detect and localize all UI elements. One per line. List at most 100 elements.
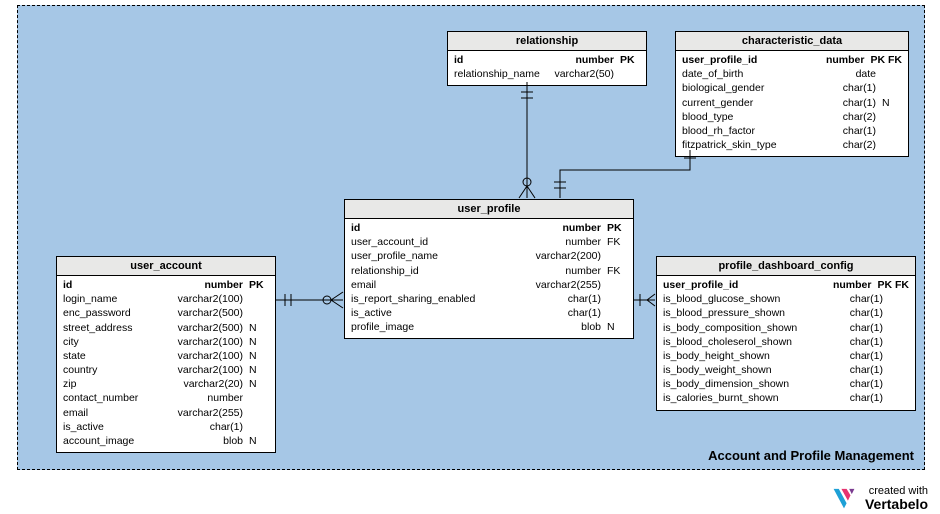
column-row: is_body_weight_shown char(1) (663, 363, 909, 377)
column-row: is_blood_choleserol_shownchar(1) (663, 335, 909, 349)
column-type: number (199, 391, 243, 405)
column-type: char(1) (842, 292, 883, 306)
column-type: number (196, 278, 243, 292)
column-name: current_gender (682, 96, 753, 110)
column-flags: PK FK (865, 53, 903, 67)
entity-user-account-title: user_account (57, 257, 275, 276)
column-name: is_body_weight_shown (663, 363, 772, 377)
column-row: fitzpatrick_skin_type char(2) (682, 138, 902, 152)
column-name: date_of_birth (682, 67, 743, 81)
column-type: char(1) (842, 321, 883, 335)
column-row: blood_type char(2) (682, 110, 902, 124)
entity-relationship: relationship idnumberPKrelationship_name… (447, 31, 647, 86)
column-name: blood_rh_factor (682, 124, 755, 138)
column-type: char(1) (842, 391, 883, 405)
column-row: is_body_height_shownchar(1) (663, 349, 909, 363)
column-type: varchar2(255) (528, 278, 601, 292)
column-flags (876, 138, 902, 152)
column-type: char(1) (560, 306, 601, 320)
column-type: number (825, 278, 872, 292)
column-name: enc_password (63, 306, 131, 320)
column-flags (883, 321, 909, 335)
column-flags (876, 67, 902, 81)
column-name: state (63, 349, 86, 363)
column-flags (883, 349, 909, 363)
column-flags (243, 391, 269, 405)
column-type: varchar2(500) (170, 306, 243, 320)
column-name: fitzpatrick_skin_type (682, 138, 777, 152)
column-type: blob (215, 434, 243, 448)
column-name: user_profile_name (351, 249, 438, 263)
column-row: date_of_birth date (682, 67, 902, 81)
column-type: varchar2(100) (170, 349, 243, 363)
footer-vertabelo: Vertabelo (865, 497, 928, 512)
column-name: zip (63, 377, 76, 391)
vertabelo-logo-icon (831, 485, 857, 511)
column-name: country (63, 363, 97, 377)
entity-profile-dashboard-config: profile_dashboard_config user_profile_id… (656, 256, 916, 411)
column-row: account_imageblobN (63, 434, 269, 448)
column-flags (883, 335, 909, 349)
column-row: is_blood_glucose_shownchar(1) (663, 292, 909, 306)
entity-profile-dashboard-config-title: profile_dashboard_config (657, 257, 915, 276)
entity-user-profile-body: idnumberPKuser_account_idnumberFKuser_pr… (345, 219, 633, 338)
column-type: number (557, 264, 601, 278)
column-name: user_profile_id (663, 278, 738, 292)
column-row: is_blood_pressure_shownchar(1) (663, 306, 909, 320)
column-name: blood_type (682, 110, 733, 124)
column-flags (876, 81, 902, 95)
column-flags: N (243, 321, 269, 335)
column-type: char(1) (842, 377, 883, 391)
column-type: char(2) (835, 110, 876, 124)
column-flags: PK (243, 278, 269, 292)
column-name: email (351, 278, 376, 292)
column-name: is_body_dimension_shown (663, 377, 789, 391)
column-name: is_active (351, 306, 392, 320)
column-row: emailvarchar2(255) (63, 406, 269, 420)
column-type: char(1) (842, 335, 883, 349)
column-flags (243, 420, 269, 434)
column-type: varchar2(500) (170, 321, 243, 335)
column-type: char(1) (835, 96, 876, 110)
column-type: varchar2(50) (546, 67, 614, 81)
column-row: enc_password varchar2(500) (63, 306, 269, 320)
column-type: char(2) (835, 138, 876, 152)
region-title: Account and Profile Management (708, 448, 914, 463)
column-row: is_body_dimension_shown char(1) (663, 377, 909, 391)
column-flags: FK (601, 264, 627, 278)
column-type: varchar2(20) (175, 377, 243, 391)
column-flags: N (243, 363, 269, 377)
column-type: char(1) (835, 81, 876, 95)
column-flags (883, 377, 909, 391)
column-type: varchar2(100) (170, 363, 243, 377)
column-type: char(1) (835, 124, 876, 138)
column-type: blob (573, 320, 601, 334)
column-row: country varchar2(100)N (63, 363, 269, 377)
column-row: blood_rh_factor char(1) (682, 124, 902, 138)
column-row: is_report_sharing_enabledchar(1) (351, 292, 627, 306)
column-name: user_account_id (351, 235, 428, 249)
column-flags (876, 124, 902, 138)
column-flags: N (876, 96, 902, 110)
column-type: char(1) (842, 363, 883, 377)
column-type: date (848, 67, 876, 81)
column-flags (883, 363, 909, 377)
column-type: varchar2(200) (528, 249, 601, 263)
column-name: is_body_height_shown (663, 349, 770, 363)
entity-user-account: user_account idnumberPKlogin_namevarchar… (56, 256, 276, 453)
column-name: id (454, 53, 463, 67)
column-row: idnumberPK (454, 53, 640, 67)
column-row: relationship_idnumberFK (351, 264, 627, 278)
column-name: street_address (63, 321, 132, 335)
column-flags: PK FK (872, 278, 910, 292)
column-flags (883, 391, 909, 405)
column-name: email (63, 406, 88, 420)
entity-user-account-body: idnumberPKlogin_namevarchar2(100)enc_pas… (57, 276, 275, 452)
column-name: id (351, 221, 360, 235)
column-flags (243, 306, 269, 320)
column-flags (601, 292, 627, 306)
column-row: user_profile_id numberPK FK (663, 278, 909, 292)
column-type: number (567, 53, 614, 67)
column-row: statevarchar2(100)N (63, 349, 269, 363)
column-flags: N (243, 434, 269, 448)
